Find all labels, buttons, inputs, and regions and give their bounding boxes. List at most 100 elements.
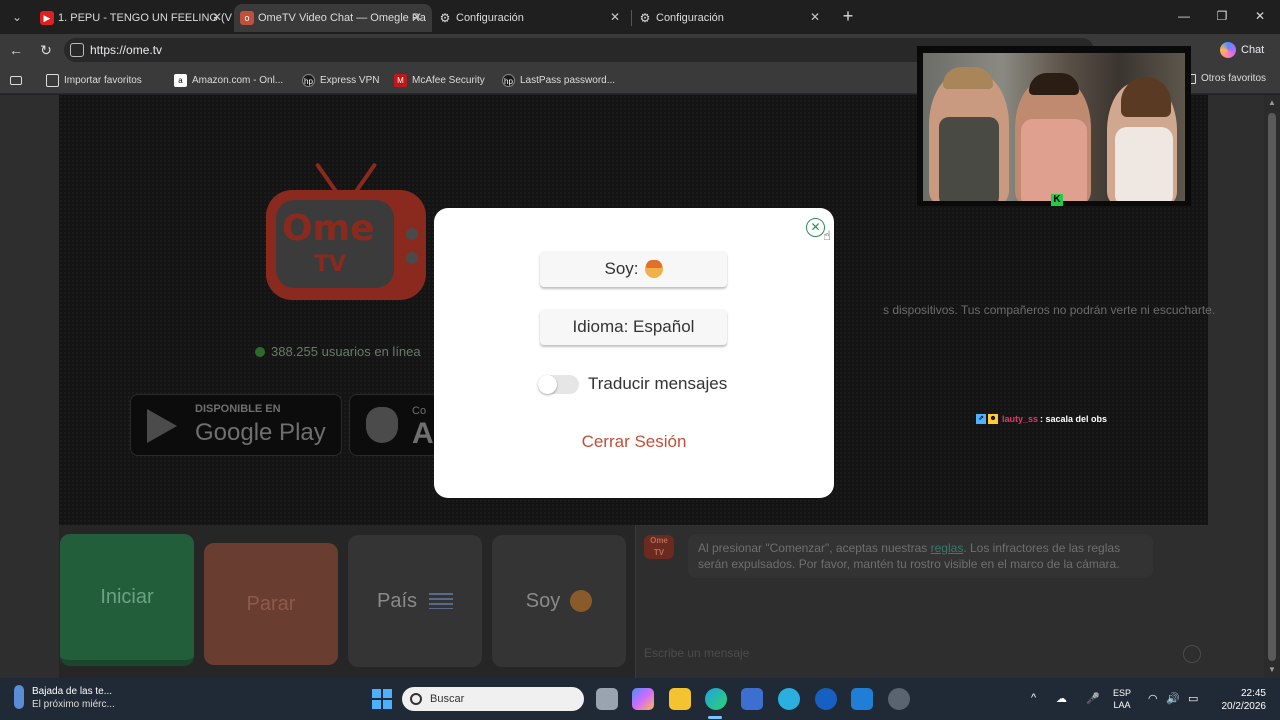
bookmark-express-vpn[interactable]: hp Express VPN xyxy=(302,73,379,87)
bookmark-label: Importar favoritos xyxy=(64,74,142,86)
bookmark-label: Amazon.com - Onl... xyxy=(192,74,284,86)
other-bookmarks-label: Otros favoritos xyxy=(1201,73,1267,84)
system-clock[interactable]: 22:45 20/2/2026 xyxy=(1214,687,1267,713)
stream-chat-line: ⇗ ☻ lauty_ss : sacala del obs xyxy=(976,414,1107,424)
google-play-big: Google Play xyxy=(195,419,326,446)
tab-title: 1. PEPU - TENGO UN FEELING (Vid xyxy=(58,12,232,24)
person xyxy=(929,67,1009,201)
site-info-icon[interactable] xyxy=(70,43,84,57)
store-icon[interactable] xyxy=(741,688,763,710)
bookmark-importar-favoritos[interactable]: Importar favoritos xyxy=(46,73,142,87)
tab-ometv[interactable]: o OmeTV Video Chat — Omegle Ra ✕ xyxy=(234,4,432,32)
lang-line1: ESP xyxy=(1113,688,1132,698)
edge-icon[interactable] xyxy=(705,688,727,710)
soy-modal-label: Soy: xyxy=(604,259,639,278)
webcam-video xyxy=(923,53,1185,201)
file-explorer-icon[interactable] xyxy=(669,688,691,710)
tab-youtube[interactable]: ▶ 1. PEPU - TENGO UN FEELING (Vid ✕ xyxy=(34,4,232,32)
online-dot-icon xyxy=(255,346,265,357)
windows-start-icon[interactable] xyxy=(372,689,392,709)
bookmark-lastpass[interactable]: hp LastPass password... xyxy=(502,73,615,87)
hp-icon[interactable] xyxy=(815,688,837,710)
bookmark-label: Express VPN xyxy=(320,74,380,86)
tray-chevron-icon[interactable]: ^ xyxy=(1031,692,1036,704)
bookmark-label: LastPass password... xyxy=(520,74,616,86)
scroll-up-icon[interactable]: ▲ xyxy=(1268,99,1276,107)
country-button[interactable]: País xyxy=(348,535,482,667)
close-icon[interactable]: ✕ xyxy=(210,10,224,24)
copilot-chat-button[interactable]: Chat xyxy=(1220,40,1264,60)
close-icon[interactable]: ✕ xyxy=(808,10,822,24)
translate-toggle[interactable] xyxy=(538,374,579,394)
scroll-down-icon[interactable]: ▼ xyxy=(1268,666,1276,674)
logout-link[interactable]: Cerrar Sesión xyxy=(434,432,834,452)
back-arrow-icon[interactable]: ← xyxy=(6,41,26,59)
hair xyxy=(1029,73,1079,95)
tab-title: Configuración xyxy=(656,12,724,24)
kick-logo-icon: K xyxy=(1051,194,1063,206)
close-window-icon[interactable]: ✕ xyxy=(1250,8,1270,24)
copilot-icon[interactable] xyxy=(632,688,654,710)
microphone-icon[interactable]: 🎤 xyxy=(1086,692,1100,705)
close-icon[interactable]: ✕ xyxy=(410,10,424,24)
language-label: Idioma: Español xyxy=(572,317,695,336)
start-button[interactable]: Iniciar xyxy=(60,534,194,666)
minimize-icon[interactable]: — xyxy=(1174,8,1194,24)
maximize-icon[interactable]: ❐ xyxy=(1212,8,1232,24)
browser-tabstrip: ⌄ ▶ 1. PEPU - TENGO UN FEELING (Vid ✕ o … xyxy=(0,0,1280,34)
bookmark-amazon[interactable]: a Amazon.com - Onl... xyxy=(174,73,283,87)
boy-face-icon xyxy=(644,260,663,278)
system-message: Al presionar "Comenzar", aceptas nuestra… xyxy=(688,534,1153,578)
tab-settings-1[interactable]: ⚙ Configuración ✕ xyxy=(432,4,630,32)
shirt xyxy=(939,117,999,201)
logo-word: Ome xyxy=(282,208,375,249)
scrollbar-thumb[interactable] xyxy=(1268,113,1276,661)
gender-button[interactable]: Soy xyxy=(492,535,626,667)
outlook-icon[interactable] xyxy=(851,688,873,710)
emoji-icon[interactable] xyxy=(1183,645,1201,663)
person xyxy=(1107,77,1177,201)
google-play-badge[interactable]: DISPONIBLE EN Google Play xyxy=(130,394,342,456)
chat-panel: Ome TV Al presionar "Comenzar", aceptas … xyxy=(635,525,1208,678)
bookmark-import[interactable] xyxy=(10,73,22,87)
tab-settings-2[interactable]: ⚙ Configuración ✕ xyxy=(632,4,830,32)
settings-gear-icon[interactable] xyxy=(888,688,910,710)
weather-widget[interactable]: Bajada de las te... El próximo miérc... xyxy=(14,685,115,711)
shirt xyxy=(1115,127,1173,201)
ometv-logo: Ome TV xyxy=(266,160,426,310)
google-play-icon xyxy=(147,409,177,443)
volume-icon[interactable]: 🔊 xyxy=(1166,692,1180,705)
hp-icon: hp xyxy=(502,73,515,87)
filter-lines-icon xyxy=(429,593,454,609)
weather-sub: El próximo miérc... xyxy=(32,699,115,710)
app-store-badge[interactable]: Co A xyxy=(349,394,439,456)
page-scrollbar[interactable]: ▲ ▼ xyxy=(1264,95,1280,678)
language-select-button[interactable]: Idioma: Español xyxy=(540,309,727,345)
shirt xyxy=(1021,119,1087,201)
close-icon[interactable]: ✕ xyxy=(608,10,622,24)
stop-button[interactable]: Parar xyxy=(204,543,338,665)
task-view-icon[interactable] xyxy=(596,688,618,710)
refresh-icon[interactable]: ↻ xyxy=(36,41,56,59)
wifi-icon[interactable]: ◠ xyxy=(1148,692,1158,705)
taskbar-search[interactable]: Buscar xyxy=(402,687,584,711)
mcafee-shield-icon: M xyxy=(394,73,407,87)
gender-select-button[interactable]: Soy: xyxy=(540,251,727,287)
tab-search-chevron-icon[interactable]: ⌄ xyxy=(6,7,28,27)
bookmark-mcafee[interactable]: M McAfee Security xyxy=(394,73,485,87)
copilot-icon xyxy=(1220,42,1236,58)
bookmark-label: McAfee Security xyxy=(412,74,485,86)
chrome-like-icon[interactable] xyxy=(778,688,800,710)
new-tab-button[interactable]: + xyxy=(838,6,858,26)
cloud-icon[interactable]: ☁ xyxy=(1056,692,1067,705)
rules-link[interactable]: reglas xyxy=(931,541,964,555)
thermometer-icon xyxy=(14,685,24,709)
message-input[interactable]: Escribe un mensaje xyxy=(644,646,749,660)
translate-label: Traducir mensajes xyxy=(588,374,728,393)
battery-icon[interactable]: ▭ xyxy=(1188,692,1198,705)
url-text: https://ome.tv xyxy=(90,43,163,57)
ometv-chat-logo-icon: Ome TV xyxy=(644,535,674,559)
input-language[interactable]: ESP LAA xyxy=(1113,687,1131,711)
other-bookmarks[interactable]: Otros favoritos xyxy=(1184,73,1266,84)
hp-icon: hp xyxy=(302,73,315,87)
